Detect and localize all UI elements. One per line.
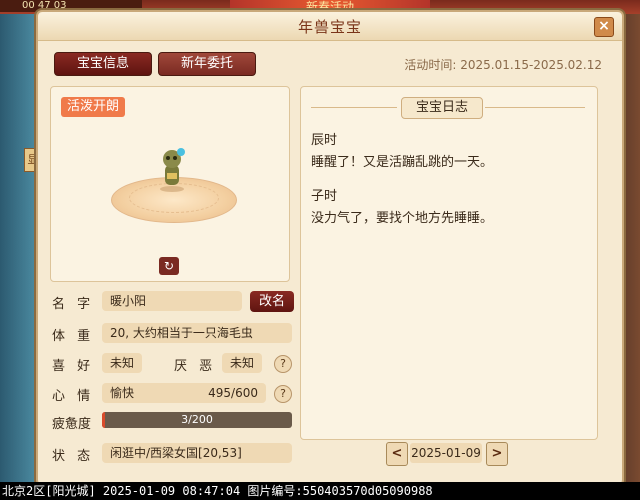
diary-entry-text: 睡醒了！又是活蹦乱跳的一天。 [311,155,494,170]
status-label: 状 态 [52,449,95,464]
pet-window: 年兽宝宝 × 宝宝信息 新年委托 活动时间: 2025.01.15-2025.0… [36,10,624,486]
diary-divider-left [311,107,397,108]
like-label: 喜 好 [52,359,95,374]
diary-title: 宝宝日志 [401,97,483,119]
mood-field: 愉快 495/600 [102,383,266,403]
rename-button[interactable]: 改名 [250,291,294,312]
screenshot-status-bar: 北京2区[阳光城] 2025-01-09 08:47:04 图片编号:55040… [0,482,640,500]
fatigue-value: 3/200 [181,413,213,426]
weight-label: 体 重 [52,329,95,344]
diary-divider-right [485,107,585,108]
window-title: 年兽宝宝 [297,18,362,36]
diary-date: 2025-01-09 [410,443,482,463]
pet-diary-panel: 宝宝日志 辰时 睡醒了！又是活蹦乱跳的一天。 子时 没力气了，要找个地方先睡睡。 [300,86,598,440]
background-left-scenery [0,14,36,482]
fatigue-label: 疲惫度 [52,417,92,432]
dislike-field: 未知 [222,353,262,373]
diary-entry-time: 子时 [311,189,338,204]
tab-pet-info[interactable]: 宝宝信息 [54,52,152,76]
personality-badge: 活泼开朗 [61,97,126,117]
activity-time: 活动时间: 2025.01.15-2025.02.12 [404,58,602,72]
dislike-label: 厌 恶 [174,359,217,374]
status-field: 闲逛中/西梁女国[20,53] [102,443,292,463]
prev-date-button[interactable]: < [386,442,408,466]
mood-score: 495/600 [208,386,258,400]
diary-header: 宝宝日志 [301,97,597,119]
weight-field: 20, 大约相当于一只海毛虫 [102,323,292,343]
diary-entry-time: 辰时 [311,133,338,148]
mood-value: 愉快 [110,386,135,400]
pet-display-panel: 活泼开朗 ↻ [50,86,290,282]
help-icon[interactable]: ? [274,355,292,373]
mood-label: 心 情 [52,389,95,404]
window-titlebar[interactable]: 年兽宝宝 × [38,12,622,41]
diary-entry-text: 没力气了，要找个地方先睡睡。 [311,211,494,226]
rotate-pet-button[interactable]: ↻ [159,257,179,275]
fatigue-bar: 3/200 [102,412,292,428]
like-field: 未知 [102,353,142,373]
tab-new-year-commission[interactable]: 新年委托 [158,52,256,76]
name-label: 名 字 [52,297,95,312]
pet-sprite [160,148,185,192]
help-icon[interactable]: ? [274,385,292,403]
close-button[interactable]: × [594,17,614,37]
name-field: 暖小阳 [102,291,242,311]
next-date-button[interactable]: > [486,442,508,466]
